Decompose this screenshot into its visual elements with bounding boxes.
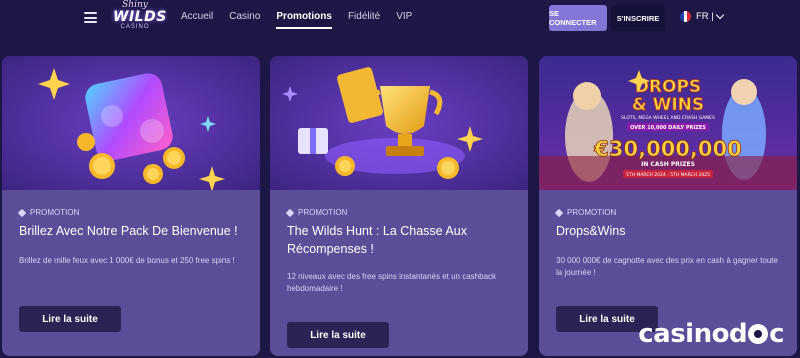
promo-card-welcome[interactable]: PROMOTION Brillez Avec Notre Pack De Bie… (2, 56, 260, 356)
banner-subtitle: SLOTS, MEGA WHEEL AND CRASH GAMES (621, 115, 715, 121)
banner-cash: IN CASH PRIZES (641, 161, 695, 168)
chevron-down-icon (715, 10, 725, 20)
top-navbar: Shiny WILDS CASINO Accueil Casino Promot… (0, 0, 800, 36)
login-button[interactable]: SE CONNECTER (549, 5, 607, 31)
dice-coins-illustration (2, 56, 260, 190)
banner-daily: OVER 10,000 DAILY PRIZES (630, 125, 706, 131)
promo-card-drops-wins[interactable]: DROPS & WINS SLOTS, MEGA WHEEL AND CRASH… (539, 56, 797, 356)
language-selector[interactable]: FR | (680, 10, 725, 22)
drops-wins-illustration: DROPS & WINS SLOTS, MEGA WHEEL AND CRASH… (539, 56, 797, 190)
tag-label: PROMOTION (567, 208, 617, 217)
promotion-tag: PROMOTION (17, 208, 80, 217)
read-more-button[interactable]: Lire la suite (287, 322, 389, 348)
watermark-o-icon (748, 324, 769, 344)
read-more-button[interactable]: Lire la suite (19, 306, 121, 332)
logo-line2: WILDS (113, 9, 167, 25)
watermark-part2: c (769, 319, 784, 349)
tag-icon (554, 208, 564, 217)
tag-icon (285, 208, 295, 217)
card-title: Brillez Avec Notre Pack De Bienvenue ! (19, 224, 238, 238)
signup-button[interactable]: S'INSCRIRE (611, 5, 665, 31)
banner-title-2: & WINS (632, 95, 704, 115)
hamburger-menu-icon[interactable] (84, 12, 97, 23)
wilds-hunt-image (270, 56, 528, 190)
drops-wins-banner: DROPS & WINS SLOTS, MEGA WHEEL AND CRASH… (539, 56, 797, 190)
tag-icon (17, 208, 27, 217)
france-flag-icon (680, 11, 691, 22)
nav-casino[interactable]: Casino (229, 11, 260, 29)
card-title: Drops&Wins (556, 224, 626, 238)
tag-label: PROMOTION (30, 208, 80, 217)
card-description: Brillez de mille feux avec 1 000€ de bon… (19, 256, 235, 265)
tag-label: PROMOTION (298, 208, 348, 217)
card-description: 30 000 000€ de cagnotte avec des prix en… (556, 256, 778, 277)
trophy-illustration (270, 56, 528, 190)
card-title: The Wilds Hunt : La Chasse Aux Récompens… (287, 224, 467, 256)
language-label: FR | (696, 11, 714, 22)
casinodoc-watermark: casinod c (638, 319, 784, 349)
promotion-tag: PROMOTION (554, 208, 617, 217)
banner-dates: 5TH MARCH 2024 - 5TH MARCH 2025 (626, 172, 710, 178)
watermark-part1: casino (638, 319, 729, 349)
nav-accueil[interactable]: Accueil (181, 11, 213, 29)
card-description: 12 niveaux avec des free spins instantan… (287, 272, 497, 293)
casino-logo[interactable]: Shiny WILDS CASINO (113, 1, 167, 35)
nav-promotions[interactable]: Promotions (276, 11, 332, 29)
promotion-tag: PROMOTION (285, 208, 348, 217)
nav-vip[interactable]: VIP (396, 11, 412, 29)
nav-fidelite[interactable]: Fidélité (348, 11, 380, 29)
welcome-pack-image (2, 56, 260, 190)
banner-amount: €30,000,000 (593, 137, 741, 161)
main-nav: Accueil Casino Promotions Fidélité VIP (181, 11, 428, 29)
promo-card-wilds-hunt[interactable]: PROMOTION The Wilds Hunt : La Chasse Aux… (270, 56, 528, 356)
